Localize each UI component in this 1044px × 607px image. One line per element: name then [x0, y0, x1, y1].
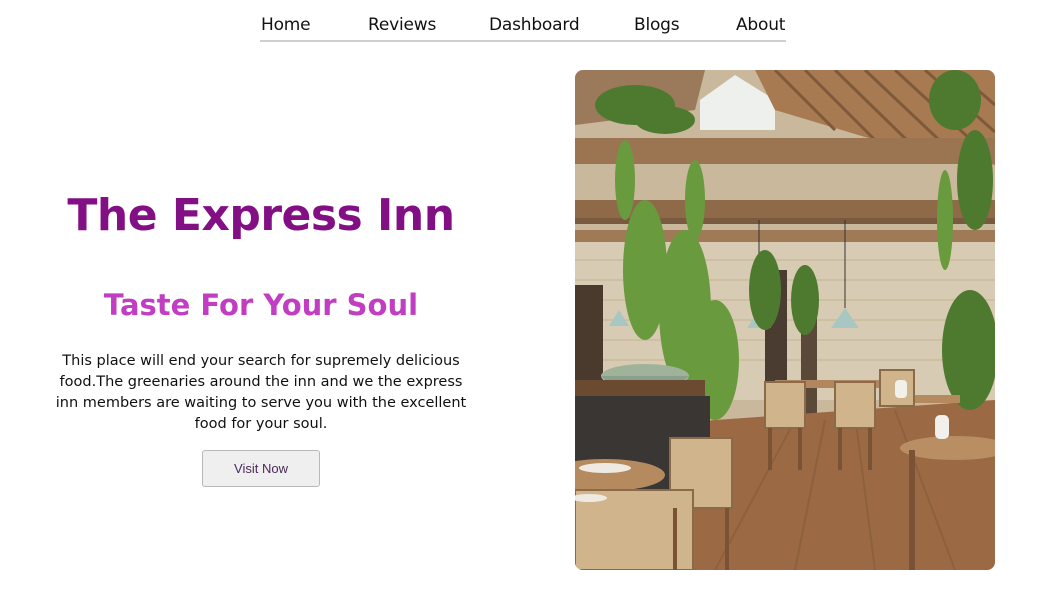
- nav-link-reviews[interactable]: Reviews: [368, 15, 436, 35]
- nav-link-about[interactable]: About: [736, 15, 785, 35]
- hero-text: The Express Inn: [40, 190, 482, 241]
- nav-link-home[interactable]: Home: [261, 15, 311, 35]
- nav-link-blogs[interactable]: Blogs: [634, 15, 680, 35]
- hero-description: This place will end your search for supr…: [55, 353, 467, 432]
- page-subtitle: Taste For Your Soul: [103, 288, 419, 322]
- nav-link-dashboard[interactable]: Dashboard: [489, 15, 580, 35]
- page-title: The Express Inn: [67, 190, 455, 241]
- top-nav: Home Reviews Dashboard Blogs About: [260, 14, 786, 42]
- visit-now-button[interactable]: Visit Now: [202, 450, 320, 487]
- restaurant-interior-image: [575, 70, 995, 570]
